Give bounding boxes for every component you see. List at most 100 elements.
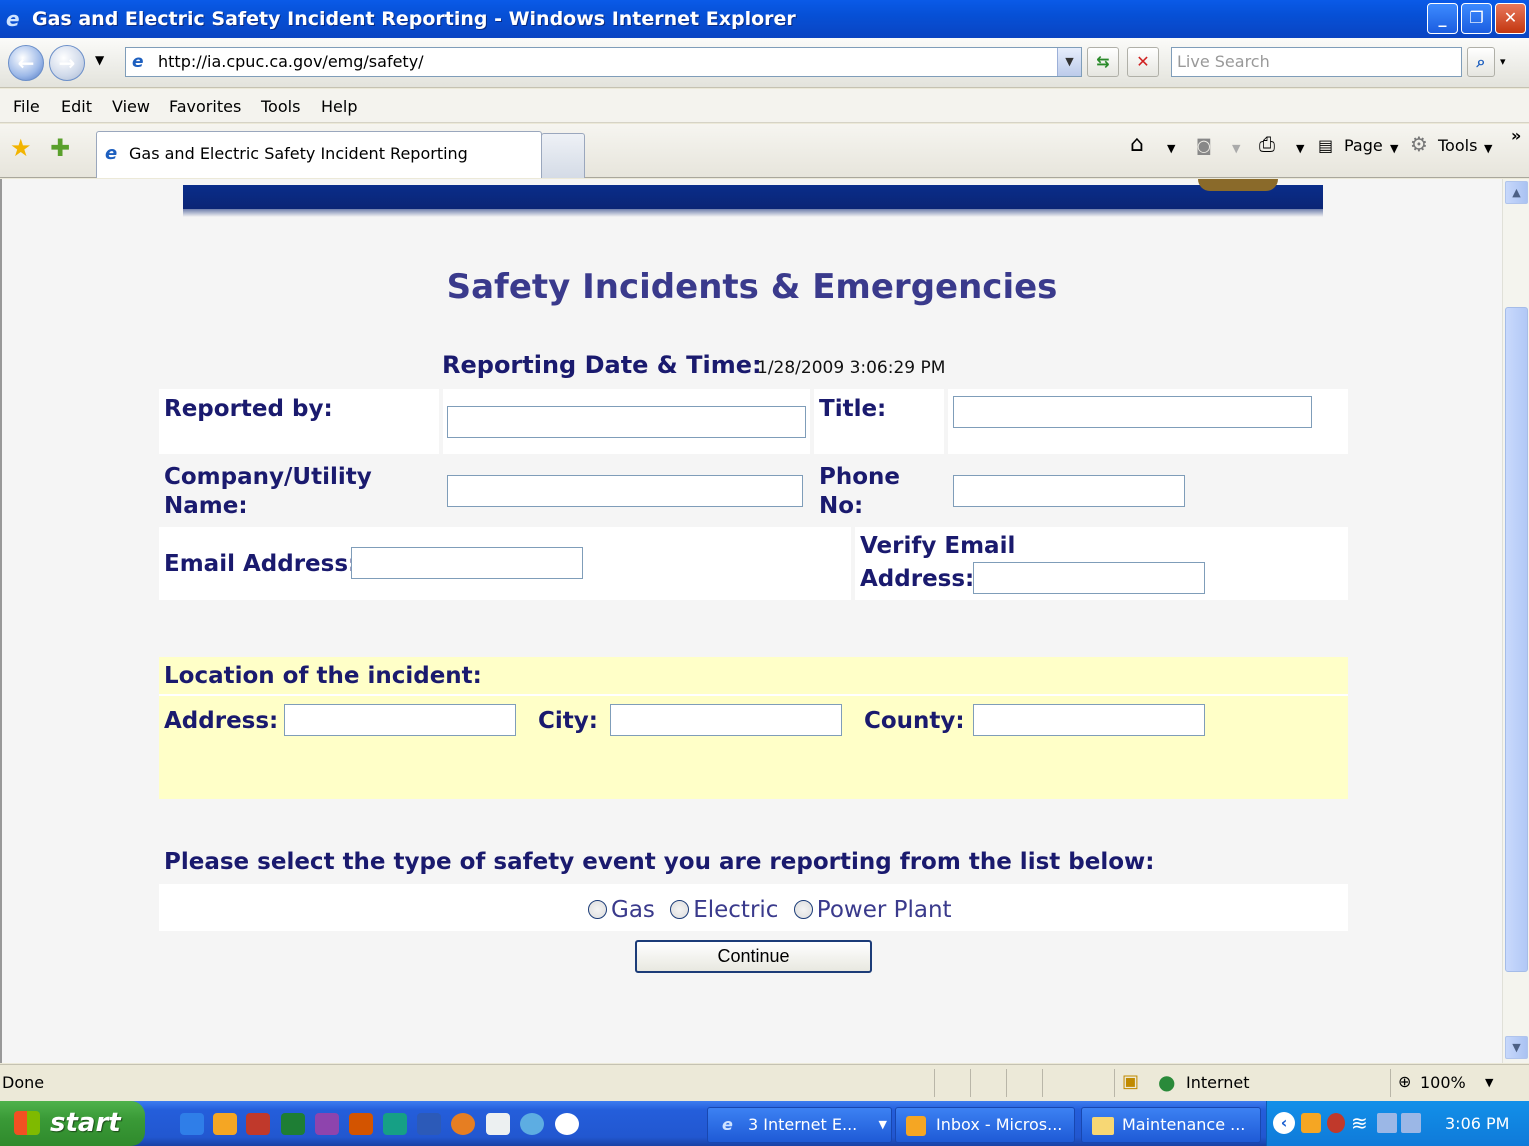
restore-button[interactable]: ❐ bbox=[1461, 3, 1492, 34]
quicklaunch-powerpoint-icon[interactable] bbox=[349, 1113, 373, 1135]
windows-flag-icon bbox=[14, 1111, 40, 1135]
quicklaunch-app-icon[interactable] bbox=[520, 1113, 544, 1135]
radio-electric-label[interactable]: Electric bbox=[693, 897, 778, 923]
tray-network2-icon[interactable] bbox=[1401, 1113, 1421, 1133]
menu-file[interactable]: File bbox=[13, 97, 40, 116]
vertical-scrollbar[interactable]: ▲ ▼ bbox=[1502, 179, 1529, 1063]
history-dropdown-icon[interactable]: ▼ bbox=[95, 53, 104, 67]
tray-clock[interactable]: 3:06 PM bbox=[1445, 1114, 1509, 1133]
reported-by-input[interactable] bbox=[447, 406, 806, 438]
menu-tools[interactable]: Tools bbox=[261, 97, 300, 116]
zoom-dropdown-icon[interactable]: ▼ bbox=[1485, 1076, 1493, 1089]
page-icon: e bbox=[132, 52, 144, 72]
tray-wifi-icon[interactable]: ≋ bbox=[1351, 1111, 1368, 1135]
live-search-input[interactable]: Live Search bbox=[1171, 47, 1462, 77]
radio-gas[interactable] bbox=[588, 900, 607, 919]
radio-power-plant[interactable] bbox=[793, 900, 813, 919]
menu-view[interactable]: View bbox=[112, 97, 150, 116]
url-field[interactable]: e http://ia.cpuc.ca.gov/emg/safety/ ▼ bbox=[125, 47, 1082, 77]
radio-gas-label[interactable]: Gas bbox=[611, 897, 655, 923]
continue-button[interactable]: Continue bbox=[635, 940, 872, 973]
status-separator bbox=[1042, 1069, 1043, 1097]
home-dropdown-icon[interactable]: ▼ bbox=[1167, 142, 1175, 155]
new-tab-button[interactable] bbox=[541, 133, 585, 178]
taskbar-item-label: Maintenance ... bbox=[1122, 1115, 1246, 1134]
radio-electric[interactable] bbox=[670, 900, 690, 919]
zoom-level[interactable]: 100% bbox=[1420, 1073, 1466, 1092]
search-options-dropdown-icon[interactable]: ▾ bbox=[1500, 55, 1506, 68]
print-icon[interactable]: ⎙ bbox=[1259, 132, 1275, 156]
quicklaunch-publisher-icon[interactable] bbox=[383, 1113, 407, 1135]
taskbar-item-label: 3 Internet E... bbox=[748, 1115, 858, 1134]
quicklaunch-outlook-icon[interactable] bbox=[213, 1113, 237, 1135]
start-label: start bbox=[50, 1108, 121, 1138]
taskbar-item-label: Inbox - Micros... bbox=[936, 1115, 1063, 1134]
ie-icon: e bbox=[722, 1115, 733, 1134]
email-input[interactable] bbox=[351, 547, 583, 579]
favorites-center-star-icon[interactable]: ★ bbox=[10, 134, 32, 162]
phone-input[interactable] bbox=[953, 475, 1185, 507]
company-input[interactable] bbox=[447, 475, 803, 507]
home-icon[interactable]: ⌂ bbox=[1130, 132, 1144, 157]
city-input[interactable] bbox=[610, 704, 842, 736]
quicklaunch-files-icon[interactable] bbox=[486, 1113, 510, 1135]
quicklaunch-firefox-icon[interactable] bbox=[451, 1113, 475, 1135]
menu-favorites[interactable]: Favorites bbox=[169, 97, 241, 116]
event-type-prompt: Please select the type of safety event y… bbox=[164, 849, 1155, 875]
url-dropdown-icon[interactable]: ▼ bbox=[1057, 48, 1081, 76]
protected-mode-icon[interactable]: ▣ bbox=[1122, 1071, 1139, 1092]
tab-active[interactable]: e Gas and Electric Safety Incident Repor… bbox=[96, 131, 542, 178]
back-button[interactable]: ← bbox=[8, 45, 44, 81]
status-separator bbox=[1006, 1069, 1007, 1097]
start-button[interactable]: start bbox=[0, 1101, 145, 1146]
tray-security-icon[interactable] bbox=[1327, 1113, 1345, 1133]
menu-help[interactable]: Help bbox=[321, 97, 357, 116]
add-favorite-star-icon[interactable]: ✚ bbox=[50, 134, 70, 162]
verify-email-label-line2: Address: bbox=[860, 566, 975, 592]
group-dropdown-icon: ▼ bbox=[878, 1118, 887, 1131]
scroll-down-arrow-icon[interactable]: ▼ bbox=[1505, 1036, 1528, 1059]
taskbar-item-internet-explorer[interactable]: e 3 Internet E... ▼ bbox=[707, 1107, 892, 1143]
tab-title: Gas and Electric Safety Incident Reporti… bbox=[129, 144, 468, 163]
folder-icon bbox=[1092, 1117, 1114, 1135]
print-dropdown-icon[interactable]: ▼ bbox=[1296, 142, 1304, 155]
quicklaunch-word-icon[interactable] bbox=[417, 1113, 441, 1135]
location-label: Location of the incident: bbox=[164, 663, 482, 689]
quicklaunch-visio-icon[interactable] bbox=[315, 1113, 339, 1135]
tools-menu[interactable]: Tools bbox=[1438, 136, 1477, 155]
tray-expand-icon[interactable]: ‹ bbox=[1273, 1112, 1295, 1134]
status-separator bbox=[1390, 1069, 1391, 1097]
feeds-dropdown-icon[interactable]: ▼ bbox=[1232, 142, 1240, 155]
stop-button[interactable]: ✕ bbox=[1127, 47, 1159, 77]
tools-dropdown-icon[interactable]: ▼ bbox=[1484, 142, 1492, 155]
address-input[interactable] bbox=[284, 704, 516, 736]
banner-shadow bbox=[183, 209, 1323, 217]
taskbar-item-maintenance[interactable]: Maintenance ... bbox=[1081, 1107, 1261, 1143]
feeds-icon[interactable]: ◙ bbox=[1196, 136, 1212, 155]
quicklaunch-excel-icon[interactable] bbox=[281, 1113, 305, 1135]
window-title: Gas and Electric Safety Incident Reporti… bbox=[32, 8, 796, 30]
site-banner bbox=[183, 185, 1323, 209]
close-button[interactable]: ✕ bbox=[1495, 3, 1526, 34]
quicklaunch-ie-icon[interactable] bbox=[180, 1113, 204, 1135]
page-dropdown-icon[interactable]: ▼ bbox=[1390, 142, 1398, 155]
search-icon[interactable]: ⌕ bbox=[1467, 47, 1495, 77]
refresh-button[interactable]: ⇆ bbox=[1087, 47, 1119, 77]
quicklaunch-media-icon[interactable] bbox=[555, 1113, 579, 1135]
scroll-thumb[interactable] bbox=[1505, 307, 1528, 972]
ie-logo-icon: e bbox=[6, 7, 20, 31]
forward-button[interactable]: → bbox=[49, 45, 85, 81]
tray-network-icon[interactable] bbox=[1377, 1113, 1397, 1133]
menu-edit[interactable]: Edit bbox=[61, 97, 92, 116]
quicklaunch-acrobat-icon[interactable] bbox=[246, 1113, 270, 1135]
title-input[interactable] bbox=[953, 396, 1312, 428]
verify-email-input[interactable] bbox=[973, 562, 1205, 594]
scroll-up-arrow-icon[interactable]: ▲ bbox=[1505, 181, 1528, 204]
page-menu[interactable]: Page bbox=[1344, 136, 1383, 155]
tray-outlook-icon[interactable] bbox=[1301, 1113, 1321, 1133]
radio-power-plant-label[interactable]: Power Plant bbox=[817, 897, 952, 923]
taskbar-item-inbox[interactable]: Inbox - Micros... bbox=[895, 1107, 1075, 1143]
chevron-more-icon[interactable]: » bbox=[1511, 126, 1521, 145]
county-input[interactable] bbox=[973, 704, 1205, 736]
minimize-button[interactable]: _ bbox=[1427, 3, 1458, 34]
